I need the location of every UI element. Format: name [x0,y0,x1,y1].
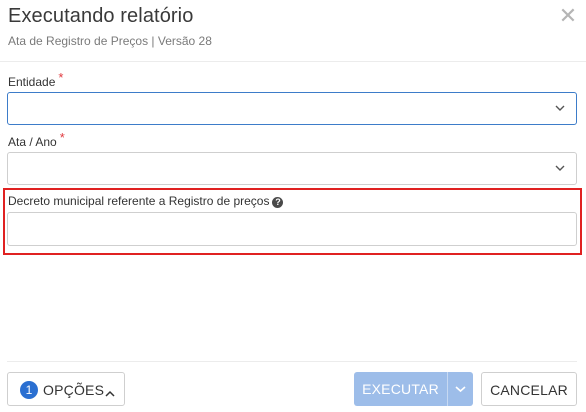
entidade-label: Entidade * [8,70,63,89]
report-dialog: Executando relatório Ata de Registro de … [0,0,586,412]
ata-ano-select[interactable] [7,152,577,185]
decreto-label: Decreto municipal referente a Registro d… [8,194,284,208]
options-count-badge: 1 [20,381,38,399]
execute-label: EXECUTAR [362,381,439,397]
ata-ano-label: Ata / Ano * [8,130,65,149]
header-divider [0,61,586,62]
entidade-label-text: Entidade [8,75,56,89]
dialog-subtitle: Ata de Registro de Preços | Versão 28 [8,34,212,48]
dialog-title: Executando relatório [8,5,194,27]
required-mark: * [59,130,65,145]
required-mark: * [58,70,64,85]
ata-ano-label-text: Ata / Ano [8,135,57,149]
footer-divider [7,361,577,362]
chevron-up-icon [105,385,115,397]
entidade-select[interactable] [7,92,577,125]
chevron-down-icon [554,102,566,114]
close-icon[interactable]: ✕ [558,4,578,28]
chevron-down-icon [455,386,466,393]
decreto-label-text: Decreto municipal referente a Registro d… [8,194,270,208]
help-icon[interactable]: ? [272,197,284,208]
execute-button[interactable]: EXECUTAR [354,372,473,406]
decreto-input[interactable] [7,212,577,246]
execute-dropdown-toggle[interactable] [448,372,473,406]
options-label: OPÇÕES [43,382,105,398]
cancel-label: CANCELAR [490,382,568,398]
chevron-down-icon [554,162,566,174]
options-button[interactable]: 1 OPÇÕES [7,372,125,406]
cancel-button[interactable]: CANCELAR [481,372,577,406]
